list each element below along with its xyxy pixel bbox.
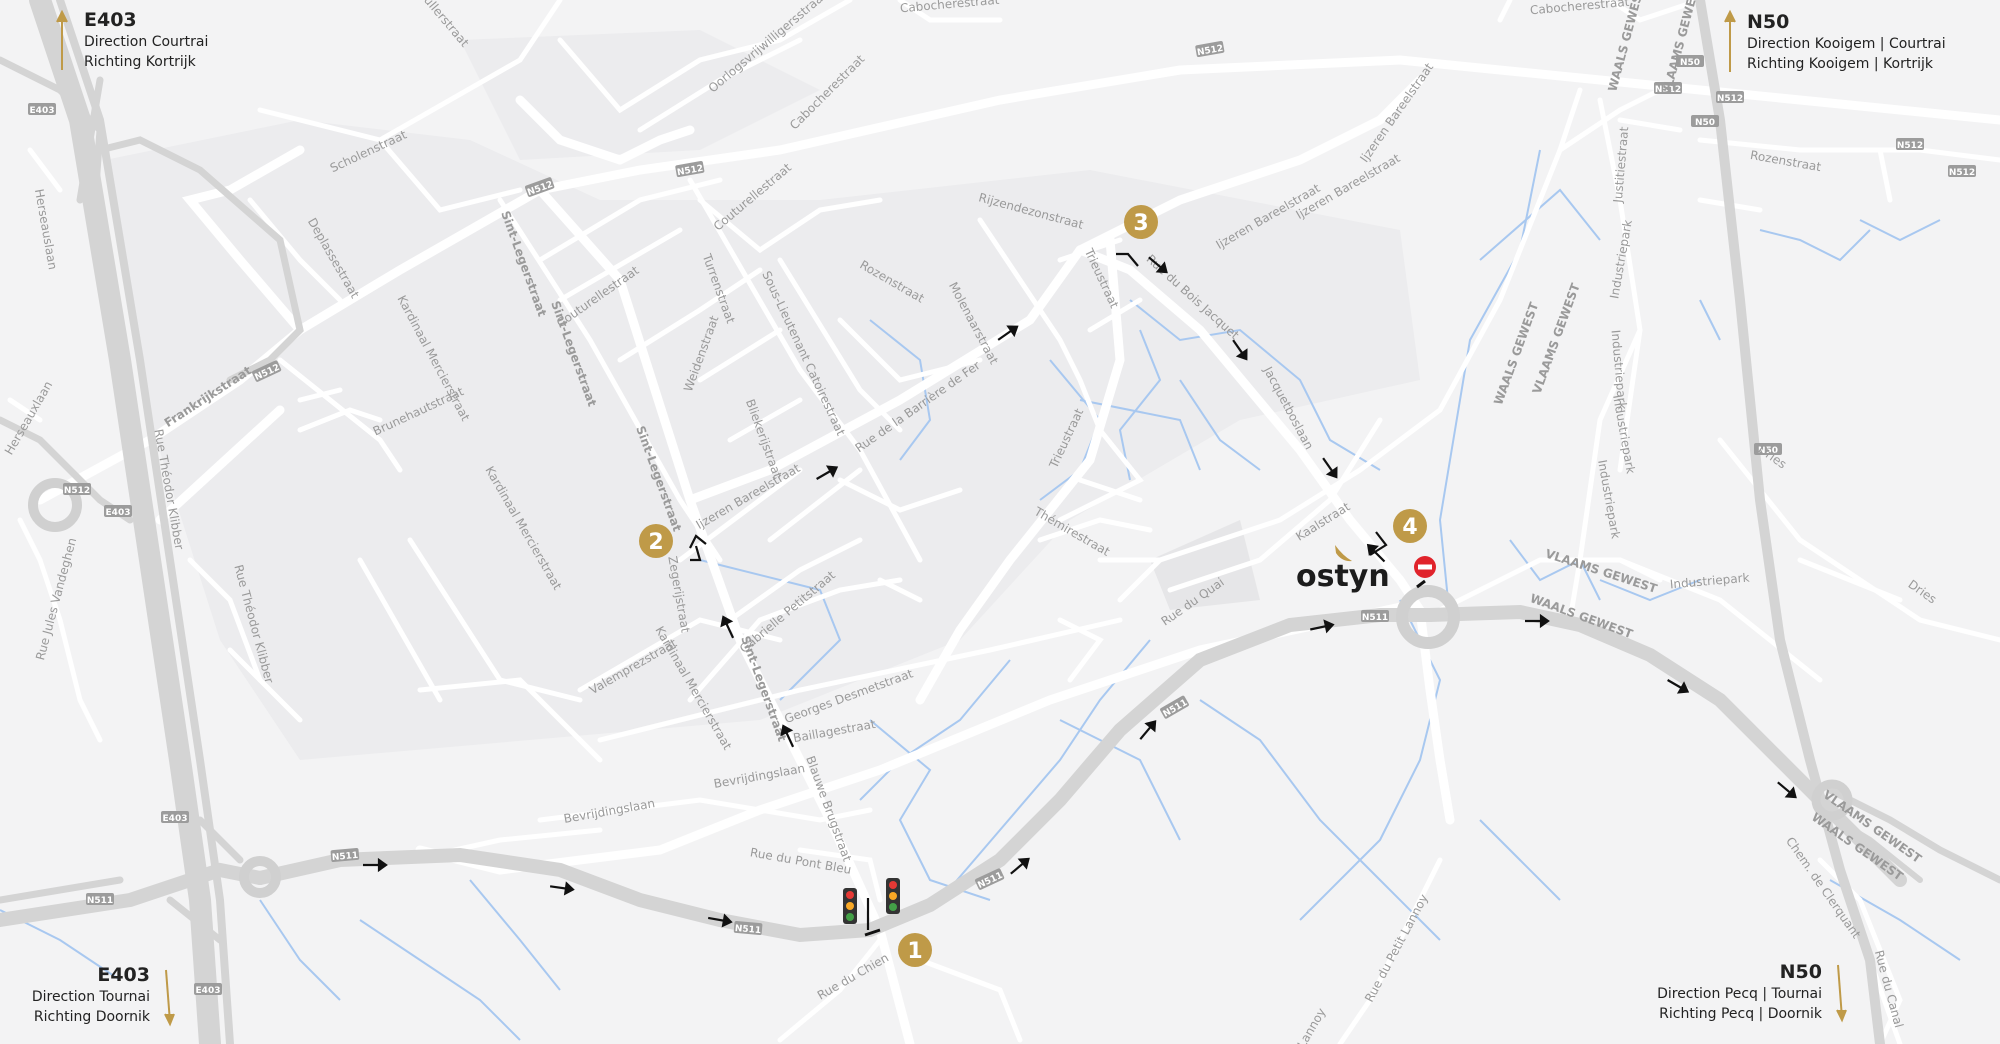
street-label: Dries [1906, 577, 1940, 606]
road-shield: N512 [1948, 165, 1976, 178]
road-shield: E403 [104, 505, 132, 518]
road-shield: N512 [63, 483, 91, 496]
street-label: Cabocherestraat [1529, 0, 1630, 17]
road-shield: N512 [1716, 91, 1744, 104]
road-shield: E403 [161, 811, 189, 824]
street-label: Ijzeren Bareelstraat [1357, 60, 1436, 165]
street-label: Rue du Chien [815, 950, 891, 1002]
traffic-light-icon [886, 878, 900, 914]
street-label: Baillagestraat [792, 717, 877, 745]
svg-text:N50: N50 [1695, 118, 1715, 128]
svg-text:E403: E403 [106, 508, 131, 518]
svg-text:N512: N512 [1949, 168, 1975, 178]
step-marker[interactable]: 3 [1124, 205, 1158, 239]
road-name: E403 [97, 964, 150, 986]
direction-e403-south: E403 Direction Tournai Richting Doornik [32, 963, 150, 1027]
road-shield: N511 [733, 920, 763, 936]
direction-nl: Richting Kooigem | Kortrijk [1747, 56, 1933, 72]
street-label: Cabocherestraat [899, 0, 1000, 15]
step-marker[interactable]: 4 [1393, 509, 1427, 543]
road-shield: E403 [28, 103, 56, 116]
direction-fr: Direction Kooigem | Courtrai [1747, 36, 1946, 52]
street-label: Industriepark [1669, 571, 1750, 592]
road-shield: E403 [194, 983, 222, 996]
svg-text:N512: N512 [1897, 141, 1923, 151]
street-label: Mullerstraat [414, 0, 471, 50]
svg-text:4: 4 [1402, 515, 1417, 540]
svg-text:N511: N511 [1362, 613, 1388, 623]
street-label: Herseauslaan [32, 188, 60, 271]
direction-fr: Direction Courtrai [84, 34, 209, 50]
road-shield: N511 [330, 847, 360, 863]
street-label: Lannoy [1295, 1006, 1329, 1044]
svg-text:1: 1 [907, 939, 922, 964]
road-shield: N511 [1361, 610, 1389, 623]
route-arrow-icon [1139, 720, 1157, 740]
direction-nl: Richting Kortrijk [84, 54, 196, 70]
direction-n50-south: N50 Direction Pecq | Tournai Richting Pe… [1657, 960, 1822, 1024]
svg-text:E403: E403 [30, 106, 55, 116]
road-shield: N512 [1896, 138, 1924, 151]
street-label: Bevrijdingslaan [713, 761, 806, 791]
svg-text:N512: N512 [1717, 94, 1743, 104]
svg-text:N511: N511 [734, 924, 761, 936]
street-label: Rue du Petit Lannoy [1362, 892, 1431, 1005]
street-label: Blauwe Brugstraat [803, 754, 854, 864]
street-label: Bevrijdingslaan [563, 796, 656, 826]
step-marker[interactable]: 1 [898, 933, 932, 967]
street-label: Industriepark [1610, 394, 1638, 475]
svg-text:E403: E403 [196, 986, 221, 996]
direction-fr: Direction Tournai [31, 989, 150, 1005]
route-arrow-icon [549, 881, 575, 896]
svg-text:2: 2 [648, 530, 663, 555]
road-name: N50 [1779, 961, 1822, 983]
street-label: Justitiestraat [1611, 126, 1632, 204]
svg-text:N50: N50 [1680, 58, 1700, 68]
no-entry-icon [1414, 556, 1436, 589]
street-label: VLAAMS GEWEST [1530, 281, 1583, 396]
road-name: E403 [84, 9, 137, 31]
direction-e403-north: E403 Direction Courtrai Richting Kortrij… [84, 8, 208, 72]
svg-text:N511: N511 [87, 896, 113, 906]
road-shield: N511 [86, 893, 114, 906]
route-map[interactable]: N512N512N512N512N512N512N512N512N512N511… [0, 0, 2000, 1044]
road-shield: N50 [1691, 115, 1719, 128]
direction-nl: Richting Doornik [33, 1009, 150, 1025]
road-name: N50 [1747, 11, 1790, 33]
step-marker[interactable]: 2 [639, 524, 673, 558]
svg-text:N512: N512 [64, 486, 90, 496]
road-shield: N512 [1195, 40, 1225, 58]
traffic-light-icon [843, 888, 857, 924]
direction-nl: Richting Pecq | Doornik [1659, 1006, 1822, 1022]
direction-n50-north: N50 Direction Kooigem | Courtrai Richtin… [1747, 10, 1946, 74]
svg-text:3: 3 [1133, 211, 1148, 236]
direction-fr: Direction Pecq | Tournai [1657, 986, 1822, 1002]
svg-text:E403: E403 [163, 814, 188, 824]
logo-text: ostyn [1296, 559, 1390, 594]
